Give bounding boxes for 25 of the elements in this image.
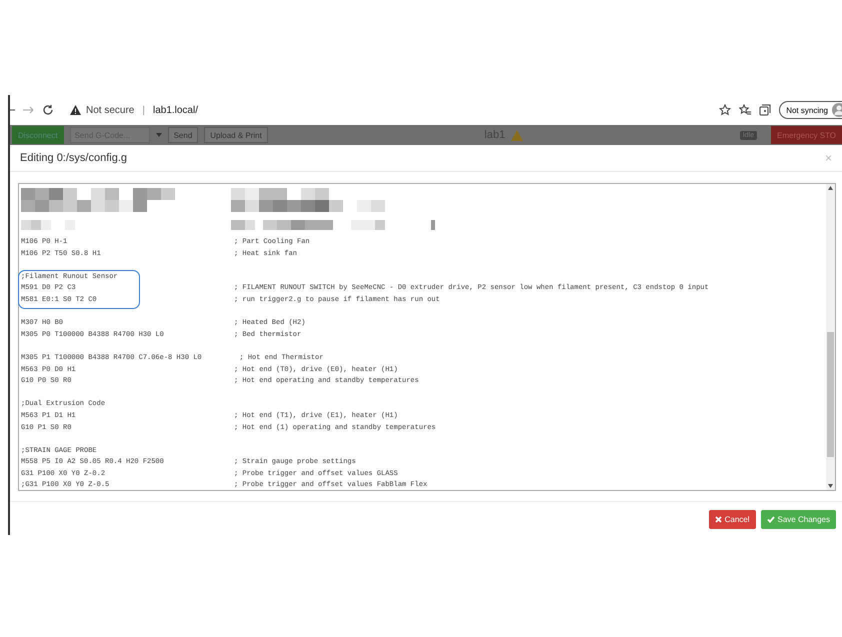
close-button[interactable]: × (824, 151, 832, 165)
reload-icon[interactable] (42, 104, 54, 116)
scroll-up-icon[interactable] (828, 186, 833, 190)
save-changes-button[interactable]: Save Changes (760, 510, 836, 529)
scroll-down-icon[interactable] (828, 484, 833, 488)
dialog-title: Editing 0:/sys/config.g (20, 152, 128, 164)
code-editor[interactable] (18, 183, 836, 491)
send-button[interactable]: Send (168, 127, 198, 143)
address-bar[interactable]: lab1.local/ (152, 104, 198, 116)
address-separator: | (142, 104, 145, 116)
warning-icon (511, 130, 524, 140)
profile-button[interactable]: Not syncing (779, 101, 842, 119)
scrollbar[interactable] (826, 184, 835, 490)
warning-icon (70, 105, 81, 115)
upload-print-button[interactable]: Upload & Print (204, 127, 268, 143)
cancel-button[interactable]: Cancel (708, 510, 756, 529)
collections-icon[interactable] (759, 104, 772, 116)
disconnect-button[interactable]: Disconnect (12, 126, 64, 144)
caret-icon[interactable] (156, 133, 162, 137)
favorites-icon[interactable] (739, 104, 752, 116)
security-label[interactable]: Not secure (86, 104, 134, 116)
avatar-icon (832, 103, 842, 117)
checkmark-icon (766, 516, 775, 523)
close-icon (714, 516, 722, 523)
star-icon[interactable] (719, 104, 732, 116)
